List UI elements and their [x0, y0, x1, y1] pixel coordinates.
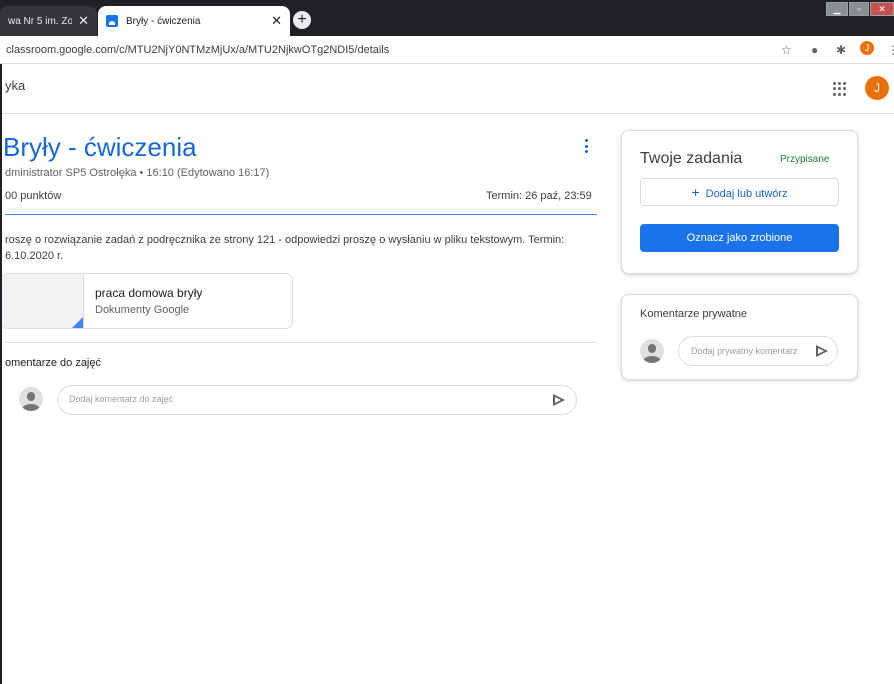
- new-tab-icon[interactable]: +: [293, 11, 311, 29]
- window-controls: ▁ ▫ ✕: [826, 0, 894, 20]
- app-bar: [0, 64, 894, 114]
- mark-as-done-button[interactable]: Oznacz jako zrobione: [640, 224, 839, 252]
- send-icon[interactable]: [553, 394, 565, 406]
- attachment-card[interactable]: praca domowa bryły Dokumenty Google: [0, 273, 293, 329]
- browser-menu-icon[interactable]: ⋮: [887, 43, 894, 57]
- send-icon[interactable]: [816, 345, 828, 357]
- tab-bryly[interactable]: Bryły - ćwiczenia ✕: [98, 6, 290, 36]
- close-icon[interactable]: ✕: [271, 13, 282, 29]
- private-comment-placeholder: Dodaj prywatny komentarz: [691, 346, 798, 356]
- user-avatar-icon: [19, 387, 43, 411]
- attachment-title: praca domowa bryły: [95, 286, 203, 300]
- puzzle-icon[interactable]: ✱: [836, 43, 846, 57]
- points-label: 00 punktów: [5, 190, 62, 202]
- page-title: Bryły - ćwiczenia: [3, 132, 197, 162]
- google-apps-icon[interactable]: [833, 82, 847, 96]
- window-close-icon[interactable]: ✕: [870, 2, 894, 16]
- private-comment-field[interactable]: Dodaj prywatny komentarz: [678, 336, 838, 366]
- status-badge: Przypisane: [780, 154, 830, 165]
- close-icon[interactable]: ✕: [78, 13, 89, 29]
- tab-bryly-label: Bryły - ćwiczenia: [126, 15, 201, 27]
- more-options-icon[interactable]: [585, 139, 589, 153]
- document-thumbnail: [1, 274, 84, 328]
- class-comment-placeholder: Dodaj komentarz do zajęć: [69, 394, 174, 404]
- url-field[interactable]: classroom.google.com/c/MTU2NjY0NTMzMjUx/…: [6, 44, 389, 56]
- post-meta: dministrator SP5 Ostrołęka • 16:10 (Edyt…: [5, 167, 270, 179]
- account-avatar[interactable]: J: [865, 76, 889, 100]
- user-avatar-icon: [640, 339, 664, 363]
- tab-school-label: wa Nr 5 im. Zofi: [8, 15, 73, 27]
- class-comment-field[interactable]: Dodaj komentarz do zajęć: [57, 385, 577, 415]
- docs-corner-icon: [70, 317, 83, 328]
- add-or-create-button[interactable]: + Dodaj lub utwórz: [640, 178, 839, 206]
- browser-profile-icon[interactable]: J: [860, 41, 874, 55]
- star-icon[interactable]: ☆: [781, 43, 792, 57]
- classroom-favicon-icon: [106, 15, 118, 27]
- maximize-icon[interactable]: ▫: [849, 2, 869, 16]
- add-or-create-label: Dodaj lub utwórz: [705, 188, 788, 200]
- private-comments-heading: Komentarze prywatne: [640, 308, 747, 320]
- class-name[interactable]: yka: [5, 78, 25, 93]
- minimize-icon[interactable]: ▁: [826, 2, 848, 16]
- attachment-type: Dokumenty Google: [95, 304, 190, 316]
- divider: [5, 214, 597, 215]
- divider: [5, 342, 597, 343]
- window-edge: [0, 64, 2, 684]
- due-date: Termin: 26 paź, 23:59: [486, 190, 592, 202]
- your-work-title: Twoje zadania: [640, 150, 743, 167]
- extension-icon[interactable]: ●: [811, 43, 818, 57]
- plus-icon: +: [691, 184, 700, 200]
- class-comments-heading: omentarze do zajęć: [5, 357, 101, 369]
- instructions-text: roszę o rozwiązanie zadań z podręcznika …: [5, 234, 565, 262]
- tab-school[interactable]: wa Nr 5 im. Zofi ✕: [0, 6, 97, 36]
